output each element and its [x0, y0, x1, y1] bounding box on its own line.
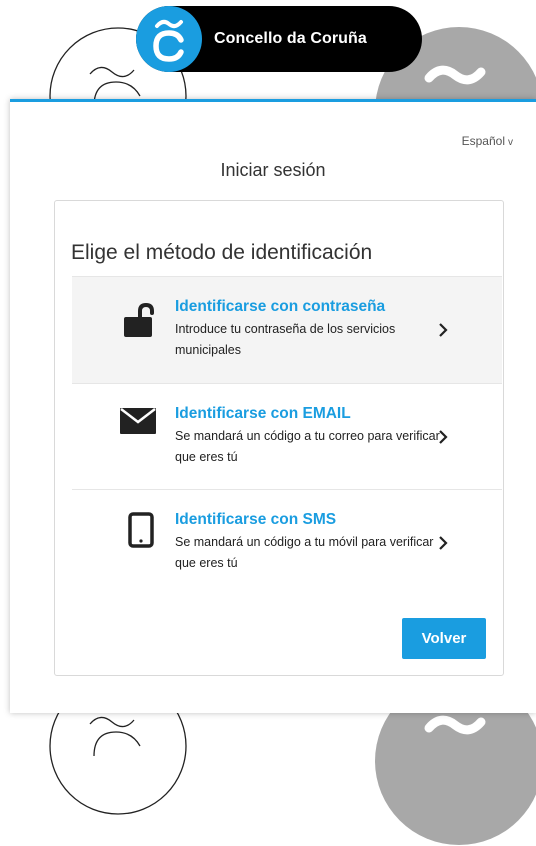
mobile-phone-icon	[128, 512, 154, 548]
option-email[interactable]: Identificarse con EMAIL Se mandará un có…	[72, 383, 502, 490]
option-title: Identificarse con SMS	[175, 511, 337, 528]
brand-header: Concello da Coruña	[136, 6, 422, 72]
back-button[interactable]: Volver	[402, 618, 486, 659]
chevron-down-icon: v	[508, 137, 513, 148]
tilde-c-logo-icon	[136, 6, 202, 72]
language-selector[interactable]: Español v	[462, 134, 513, 148]
language-label: Español	[461, 134, 505, 148]
card-heading: Elige el método de identificación	[71, 241, 373, 264]
option-description: Se mandará un código a tu móvil para ver…	[175, 535, 434, 570]
option-title: Identificarse con contraseña	[175, 298, 386, 315]
option-sms[interactable]: Identificarse con SMS Se mandará un códi…	[72, 489, 502, 596]
option-description: Se mandará un código a tu correo para ve…	[175, 429, 440, 464]
envelope-icon	[120, 408, 156, 434]
option-title: Identificarse con EMAIL	[175, 405, 351, 422]
page-title: Iniciar sesión	[220, 160, 326, 180]
login-panel: Español v Iniciar sesión Elige el método …	[10, 99, 536, 713]
chevron-right-icon	[439, 536, 448, 550]
option-password[interactable]: Identificarse con contraseña Introduce t…	[72, 276, 502, 383]
unlocked-padlock-icon	[124, 303, 154, 337]
identification-card: Elige el método de identificación Identi…	[54, 200, 504, 676]
chevron-right-icon	[439, 430, 448, 444]
option-description: Introduce tu contraseña de los servicios…	[175, 322, 396, 357]
chevron-right-icon	[439, 323, 448, 337]
brand-name: Concello da Coruña	[214, 30, 367, 47]
